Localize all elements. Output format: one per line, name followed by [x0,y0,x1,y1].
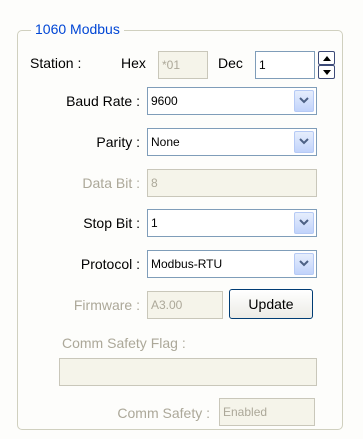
update-button[interactable]: Update [229,289,313,319]
comm-safety-label: Comm Safety : [117,405,210,421]
protocol-label: Protocol : [80,256,140,272]
station-label: Station : [30,55,82,71]
chevron-down-icon [299,219,309,226]
baud-rate-label: Baud Rate : [66,93,140,109]
firmware-label: Firmware : [73,297,140,313]
baud-rate-value: 9600 [151,94,178,108]
arrow-down-icon [323,70,331,75]
protocol-dropdown-button[interactable] [294,253,314,275]
data-bit-field: 8 [147,169,317,197]
data-bit-label: Data Bit : [82,175,140,191]
stop-bit-label: Stop Bit : [83,215,140,231]
parity-label: Parity : [96,134,140,150]
baud-rate-dropdown-button[interactable] [294,90,314,112]
comm-safety-flag-field [59,358,317,386]
station-hex-field: *01 [158,51,208,79]
group-title: 1060 Modbus [31,20,124,38]
comm-safety-field: Enabled [219,398,315,426]
dec-label: Dec [218,55,243,71]
stop-bit-select[interactable]: 1 [147,209,317,237]
baud-rate-select[interactable]: 9600 [147,87,317,115]
chevron-down-icon [299,97,309,104]
comm-safety-flag-label: Comm Safety Flag : [62,335,186,351]
spin-down-button[interactable] [318,65,335,79]
spin-up-button[interactable] [318,51,335,65]
parity-dropdown-button[interactable] [294,131,314,153]
protocol-select[interactable]: Modbus-RTU [147,250,317,278]
hex-label: Hex [121,55,146,71]
parity-select[interactable]: None [147,128,317,156]
parity-value: None [151,135,180,149]
chevron-down-icon [299,260,309,267]
stop-bit-dropdown-button[interactable] [294,212,314,234]
station-spinner[interactable] [318,51,335,79]
firmware-field: A3.00 [147,291,223,319]
stop-bit-value: 1 [151,216,158,230]
chevron-down-icon [299,138,309,145]
station-dec-input[interactable]: 1 [255,51,315,79]
arrow-up-icon [323,56,331,61]
protocol-value: Modbus-RTU [151,257,223,271]
